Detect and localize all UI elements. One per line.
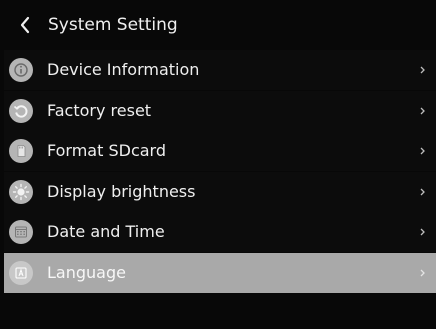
chevron-right-icon: [420, 269, 425, 277]
menu-item-label: Date and Time: [47, 222, 165, 242]
menu-item-label: Language: [47, 262, 126, 282]
menu-item-language[interactable]: Language: [4, 252, 436, 293]
info-icon: [9, 58, 33, 82]
sdcard-icon: [9, 139, 33, 164]
menu-item-device-information[interactable]: Device Information: [4, 50, 436, 90]
menu-item-format-sdcard[interactable]: Format SDcard: [4, 131, 436, 172]
settings-menu: Device Information Factory reset Format …: [4, 50, 436, 294]
reset-icon: [9, 98, 33, 123]
back-button[interactable]: [14, 14, 36, 36]
menu-item-label: Factory reset: [47, 100, 152, 120]
chevron-right-icon: [420, 66, 425, 74]
menu-item-factory-reset[interactable]: Factory reset: [4, 90, 436, 131]
chevron-right-icon: [420, 107, 425, 115]
chevron-right-icon: [420, 188, 425, 196]
menu-item-date-and-time[interactable]: Date and Time: [4, 212, 436, 253]
system-setting-screen: System Setting Device Information Factor…: [0, 0, 436, 329]
chevron-right-icon: [420, 147, 425, 155]
calendar-icon: [9, 220, 33, 245]
menu-item-label: Device Information: [47, 60, 200, 79]
menu-item-label: Format SDcard: [47, 141, 166, 161]
menu-item-display-brightness[interactable]: Display brightness: [4, 171, 436, 212]
chevron-left-icon: [20, 16, 30, 34]
brightness-icon: [9, 179, 33, 204]
header-bar: System Setting: [0, 0, 436, 50]
language-icon: [9, 260, 33, 285]
menu-item-label: Display brightness: [47, 181, 196, 201]
chevron-right-icon: [420, 228, 425, 236]
page-title: System Setting: [48, 15, 178, 35]
